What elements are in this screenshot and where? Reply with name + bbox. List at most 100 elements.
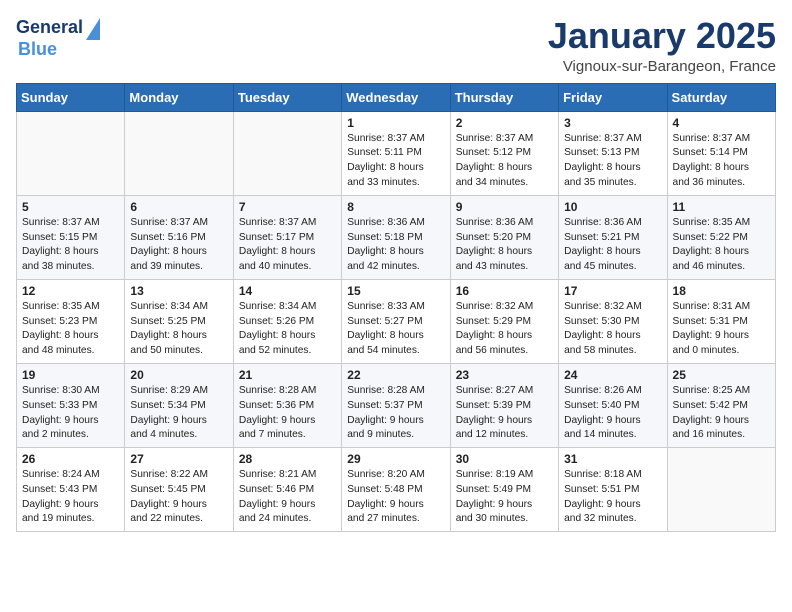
location-subtitle: Vignoux-sur-Barangeon, France	[548, 58, 776, 75]
cell-content: Sunrise: 8:21 AMSunset: 5:46 PMDaylight:…	[239, 468, 336, 527]
cell-content: Sunrise: 8:32 AMSunset: 5:29 PMDaylight:…	[456, 300, 553, 359]
calendar-cell	[233, 111, 341, 195]
calendar-table: SundayMondayTuesdayWednesdayThursdayFrid…	[16, 83, 776, 533]
day-number: 25	[673, 368, 770, 382]
cell-content: Sunrise: 8:37 AMSunset: 5:14 PMDaylight:…	[673, 132, 770, 191]
calendar-cell: 24 Sunrise: 8:26 AMSunset: 5:40 PMDayligh…	[559, 363, 667, 447]
day-number: 15	[347, 284, 444, 298]
calendar-cell: 10 Sunrise: 8:36 AMSunset: 5:21 PMDayligh…	[559, 195, 667, 279]
cell-content: Sunrise: 8:36 AMSunset: 5:18 PMDaylight:…	[347, 216, 444, 275]
logo: General Blue	[16, 16, 100, 60]
day-number: 18	[673, 284, 770, 298]
calendar-cell: 27 Sunrise: 8:22 AMSunset: 5:45 PMDayligh…	[125, 448, 233, 532]
cell-content: Sunrise: 8:26 AMSunset: 5:40 PMDaylight:…	[564, 384, 661, 443]
day-number: 10	[564, 200, 661, 214]
calendar-cell	[125, 111, 233, 195]
calendar-cell: 17 Sunrise: 8:32 AMSunset: 5:30 PMDayligh…	[559, 279, 667, 363]
calendar-cell	[667, 448, 775, 532]
calendar-cell: 3 Sunrise: 8:37 AMSunset: 5:13 PMDaylight…	[559, 111, 667, 195]
week-row-1: 1Sunrise: 8:37 AMSunset: 5:11 PMDaylight…	[17, 111, 776, 195]
day-number: 3	[564, 116, 661, 130]
day-number: 24	[564, 368, 661, 382]
week-row-5: 26Sunrise: 8:24 AMSunset: 5:43 PMDayligh…	[17, 448, 776, 532]
weekday-header-saturday: Saturday	[667, 83, 775, 111]
weekday-header-friday: Friday	[559, 83, 667, 111]
calendar-cell: 31 Sunrise: 8:18 AMSunset: 5:51 PMDayligh…	[559, 448, 667, 532]
day-number: 16	[456, 284, 553, 298]
cell-content: Sunrise: 8:28 AMSunset: 5:36 PMDaylight:…	[239, 384, 336, 443]
day-number: 31	[564, 452, 661, 466]
calendar-cell: 14 Sunrise: 8:34 AMSunset: 5:26 PMDayligh…	[233, 279, 341, 363]
calendar-cell: 15 Sunrise: 8:33 AMSunset: 5:27 PMDayligh…	[342, 279, 450, 363]
cell-content: Sunrise: 8:37 AMSunset: 5:17 PMDaylight:…	[239, 216, 336, 275]
calendar-cell: 26Sunrise: 8:24 AMSunset: 5:43 PMDayligh…	[17, 448, 125, 532]
cell-content: Sunrise: 8:18 AMSunset: 5:51 PMDaylight:…	[564, 468, 661, 527]
day-number: 2	[456, 116, 553, 130]
calendar-cell: 6 Sunrise: 8:37 AMSunset: 5:16 PMDaylight…	[125, 195, 233, 279]
day-number: 20	[130, 368, 227, 382]
calendar-cell: 23 Sunrise: 8:27 AMSunset: 5:39 PMDayligh…	[450, 363, 558, 447]
day-number: 11	[673, 200, 770, 214]
day-number: 23	[456, 368, 553, 382]
calendar-cell: 20 Sunrise: 8:29 AMSunset: 5:34 PMDayligh…	[125, 363, 233, 447]
day-number: 14	[239, 284, 336, 298]
day-number: 27	[130, 452, 227, 466]
cell-content: Sunrise: 8:37 AMSunset: 5:13 PMDaylight:…	[564, 132, 661, 191]
weekday-header-sunday: Sunday	[17, 83, 125, 111]
logo-triangle-icon	[86, 18, 100, 40]
cell-content: Sunrise: 8:24 AMSunset: 5:43 PMDaylight:…	[22, 468, 119, 527]
cell-content: Sunrise: 8:33 AMSunset: 5:27 PMDaylight:…	[347, 300, 444, 359]
cell-content: Sunrise: 8:37 AMSunset: 5:11 PMDaylight:…	[347, 132, 444, 191]
cell-content: Sunrise: 8:27 AMSunset: 5:39 PMDaylight:…	[456, 384, 553, 443]
cell-content: Sunrise: 8:36 AMSunset: 5:21 PMDaylight:…	[564, 216, 661, 275]
cell-content: Sunrise: 8:20 AMSunset: 5:48 PMDaylight:…	[347, 468, 444, 527]
cell-content: Sunrise: 8:36 AMSunset: 5:20 PMDaylight:…	[456, 216, 553, 275]
calendar-cell: 1Sunrise: 8:37 AMSunset: 5:11 PMDaylight…	[342, 111, 450, 195]
cell-content: Sunrise: 8:37 AMSunset: 5:15 PMDaylight:…	[22, 216, 119, 275]
cell-content: Sunrise: 8:34 AMSunset: 5:26 PMDaylight:…	[239, 300, 336, 359]
cell-content: Sunrise: 8:35 AMSunset: 5:23 PMDaylight:…	[22, 300, 119, 359]
cell-content: Sunrise: 8:30 AMSunset: 5:33 PMDaylight:…	[22, 384, 119, 443]
week-row-4: 19 Sunrise: 8:30 AMSunset: 5:33 PMDayligh…	[17, 363, 776, 447]
cell-content: Sunrise: 8:29 AMSunset: 5:34 PMDaylight:…	[130, 384, 227, 443]
logo-text: General	[16, 18, 83, 38]
cell-content: Sunrise: 8:31 AMSunset: 5:31 PMDaylight:…	[673, 300, 770, 359]
weekday-header-thursday: Thursday	[450, 83, 558, 111]
weekday-header-monday: Monday	[125, 83, 233, 111]
page-header: General Blue January 2025 Vignoux-sur-Ba…	[16, 16, 776, 75]
logo-blue-text: Blue	[18, 40, 57, 60]
day-number: 4	[673, 116, 770, 130]
cell-content: Sunrise: 8:37 AMSunset: 5:12 PMDaylight:…	[456, 132, 553, 191]
week-row-3: 12Sunrise: 8:35 AMSunset: 5:23 PMDayligh…	[17, 279, 776, 363]
calendar-cell: 22Sunrise: 8:28 AMSunset: 5:37 PMDayligh…	[342, 363, 450, 447]
calendar-cell: 19 Sunrise: 8:30 AMSunset: 5:33 PMDayligh…	[17, 363, 125, 447]
month-title: January 2025	[548, 16, 776, 56]
day-number: 5	[22, 200, 119, 214]
cell-content: Sunrise: 8:37 AMSunset: 5:16 PMDaylight:…	[130, 216, 227, 275]
day-number: 13	[130, 284, 227, 298]
day-number: 9	[456, 200, 553, 214]
cell-content: Sunrise: 8:25 AMSunset: 5:42 PMDaylight:…	[673, 384, 770, 443]
day-number: 29	[347, 452, 444, 466]
day-number: 22	[347, 368, 444, 382]
day-number: 28	[239, 452, 336, 466]
cell-content: Sunrise: 8:35 AMSunset: 5:22 PMDaylight:…	[673, 216, 770, 275]
day-number: 19	[22, 368, 119, 382]
calendar-cell: 29 Sunrise: 8:20 AMSunset: 5:48 PMDayligh…	[342, 448, 450, 532]
calendar-cell: 16 Sunrise: 8:32 AMSunset: 5:29 PMDayligh…	[450, 279, 558, 363]
day-number: 6	[130, 200, 227, 214]
cell-content: Sunrise: 8:34 AMSunset: 5:25 PMDaylight:…	[130, 300, 227, 359]
calendar-cell: 28 Sunrise: 8:21 AMSunset: 5:46 PMDayligh…	[233, 448, 341, 532]
cell-content: Sunrise: 8:19 AMSunset: 5:49 PMDaylight:…	[456, 468, 553, 527]
calendar-cell: 8 Sunrise: 8:36 AMSunset: 5:18 PMDaylight…	[342, 195, 450, 279]
day-number: 8	[347, 200, 444, 214]
calendar-cell: 2 Sunrise: 8:37 AMSunset: 5:12 PMDaylight…	[450, 111, 558, 195]
cell-content: Sunrise: 8:32 AMSunset: 5:30 PMDaylight:…	[564, 300, 661, 359]
day-number: 7	[239, 200, 336, 214]
week-row-2: 5 Sunrise: 8:37 AMSunset: 5:15 PMDaylight…	[17, 195, 776, 279]
weekday-header-row: SundayMondayTuesdayWednesdayThursdayFrid…	[17, 83, 776, 111]
calendar-cell: 7 Sunrise: 8:37 AMSunset: 5:17 PMDaylight…	[233, 195, 341, 279]
calendar-cell	[17, 111, 125, 195]
day-number: 17	[564, 284, 661, 298]
cell-content: Sunrise: 8:22 AMSunset: 5:45 PMDaylight:…	[130, 468, 227, 527]
